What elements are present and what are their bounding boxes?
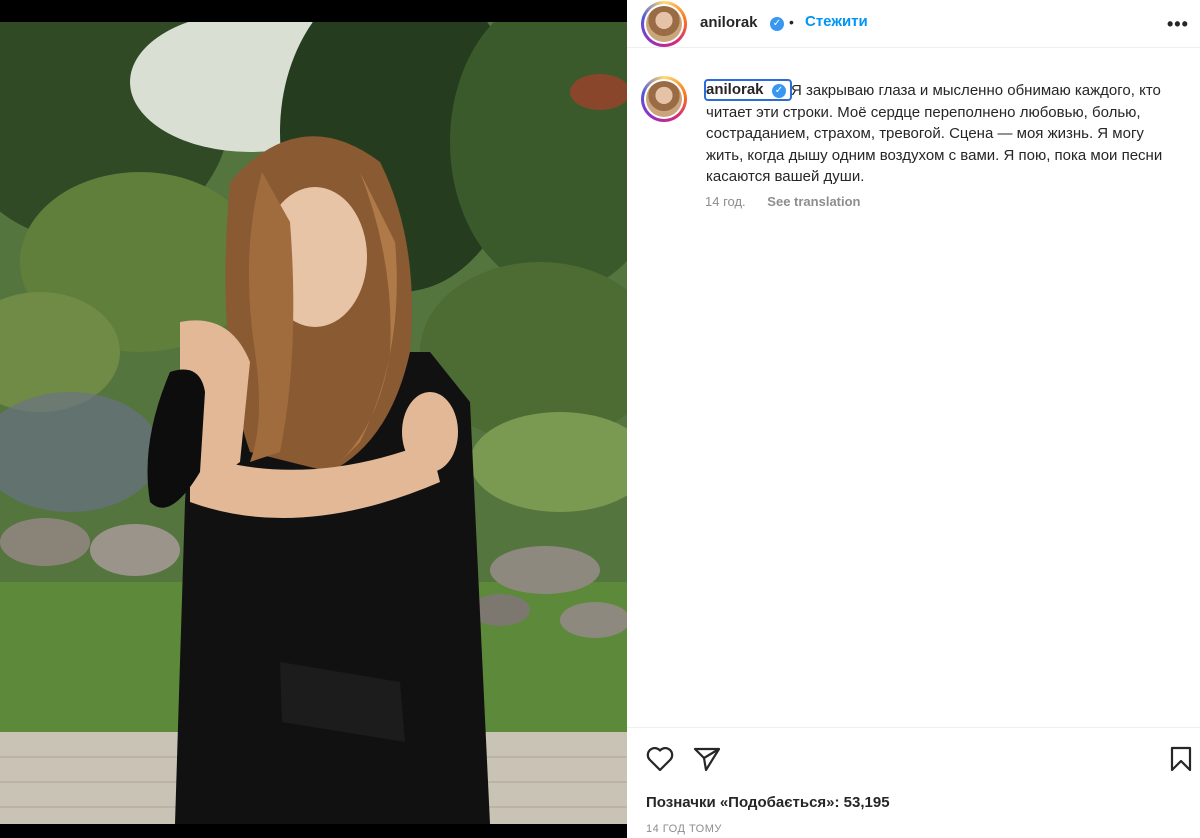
- post-timestamp[interactable]: 14 ГОД ТОМУ: [646, 823, 722, 835]
- follow-button[interactable]: Стежити: [805, 13, 868, 30]
- likes-count[interactable]: Позначки «Подобається»: 53,195: [646, 794, 890, 811]
- header-username[interactable]: anilorak: [700, 14, 758, 31]
- avatar[interactable]: [641, 1, 687, 47]
- caption-avatar-image: [646, 81, 682, 117]
- bookmark-icon[interactable]: [1169, 746, 1193, 772]
- heart-icon[interactable]: [646, 746, 674, 772]
- post-media: [0, 0, 627, 838]
- verified-badge-icon: ✓: [770, 17, 784, 31]
- caption-time[interactable]: 14 год.: [705, 194, 746, 209]
- see-translation-button[interactable]: See translation: [767, 194, 860, 209]
- post-details-panel: anilorak ✓ • Стежити ••• anilorak ✓ Я за…: [627, 0, 1200, 838]
- post-actions: Позначки «Подобається»: 53,195 14 ГОД ТО…: [627, 727, 1200, 838]
- caption-avatar[interactable]: [641, 76, 687, 122]
- caption-meta: 14 год. See translation: [705, 194, 861, 209]
- photo-illustration: [0, 22, 627, 824]
- caption-text: Я закрываю глаза и мысленно обнимаю кажд…: [706, 82, 1163, 185]
- avatar-image: [646, 6, 682, 42]
- post-photo[interactable]: [0, 22, 627, 824]
- post-header: anilorak ✓ • Стежити •••: [627, 0, 1200, 48]
- more-dots-icon[interactable]: •••: [1167, 14, 1189, 35]
- header-separator: •: [789, 14, 794, 30]
- paper-plane-icon[interactable]: [693, 746, 721, 772]
